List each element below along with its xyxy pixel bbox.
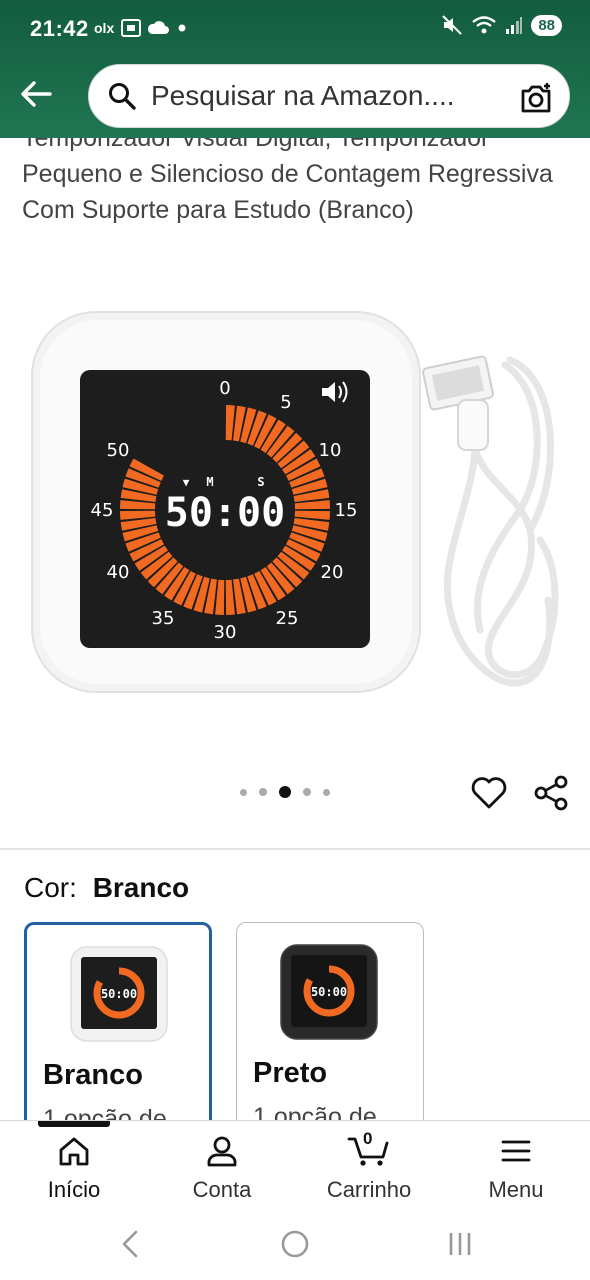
variant-thumbnail-white: 50:00: [70, 946, 168, 1042]
timer-min-label: M: [206, 475, 213, 489]
variant-thumbnail-black: 50:00: [280, 944, 378, 1040]
product-title: Temporizador Visual Digital, Temporizado…: [22, 138, 553, 224]
variant-name: Preto: [253, 1057, 328, 1089]
variant-sub: 1 opção de: [43, 1105, 167, 1120]
color-label-row: Cor: Branco: [24, 872, 189, 904]
variant-name: Branco: [43, 1059, 143, 1091]
search-icon: [109, 83, 136, 110]
nav-menu[interactable]: Menu: [446, 1135, 586, 1203]
dial-number-0: 0: [219, 378, 230, 399]
carousel-dot[interactable]: [323, 788, 330, 796]
carousel-dot[interactable]: [259, 788, 267, 796]
heart-icon[interactable]: [470, 775, 508, 811]
status-time: 21:42: [30, 16, 89, 41]
color-variants: 50:00 Branco 1 opção de 50:00 Preto 1 op…: [0, 920, 590, 1120]
dial-number-50: 50: [107, 440, 130, 461]
timer-sec-label: S: [257, 475, 264, 489]
back-arrow-icon[interactable]: [16, 74, 56, 114]
signal-icon: [506, 17, 523, 34]
dial-number-25: 25: [276, 608, 299, 629]
mute-icon: [442, 15, 463, 35]
active-tab-indicator: [38, 1121, 110, 1127]
nav-conta[interactable]: Conta: [152, 1135, 292, 1203]
status-bar: 21:42 olx 88: [0, 0, 590, 58]
nav-label: Carrinho: [326, 1177, 412, 1202]
menu-icon: [501, 1140, 531, 1162]
variant-timer-display: 50:00: [311, 985, 347, 999]
nav-label: Início: [47, 1177, 101, 1202]
image-carousel-dots[interactable]: [240, 786, 330, 798]
cloud-icon: [147, 21, 169, 34]
carousel-dot[interactable]: [303, 788, 311, 796]
dial-number-40: 40: [107, 562, 130, 583]
nav-carrinho[interactable]: 0 Carrinho: [299, 1129, 439, 1203]
battery-badge: 88: [531, 14, 562, 36]
search-bar[interactable]: Pesquisar na Amazon....: [88, 64, 570, 128]
selected-color: Branco: [92, 872, 190, 903]
dial-number-15: 15: [335, 500, 358, 521]
search-placeholder: Pesquisar na Amazon....: [151, 80, 455, 111]
product-image[interactable]: 0 5 10 15 20 25 30 35 40 45 50 ▼ M S 50:…: [0, 300, 590, 720]
camera-search-icon[interactable]: [519, 81, 553, 115]
dot-icon: [178, 24, 186, 32]
variant-preto[interactable]: 50:00 Preto 1 opção de: [236, 922, 424, 1120]
timer-display: 50:00: [165, 490, 285, 536]
dial-number-5: 5: [280, 392, 291, 413]
carousel-dot[interactable]: [240, 788, 247, 796]
system-recents-icon[interactable]: [449, 1233, 471, 1255]
section-divider: [0, 848, 590, 850]
olx-notification-icon: olx: [94, 20, 115, 36]
color-label: Cor:: [24, 872, 77, 903]
nav-label: Conta: [192, 1177, 252, 1202]
screenshot-icon: [121, 19, 141, 37]
app-header: 21:42 olx 88 Pesquisar na Amazon....: [0, 0, 590, 138]
variant-branco[interactable]: 50:00 Branco 1 opção de: [24, 922, 212, 1120]
variant-timer-display: 50:00: [101, 987, 137, 1001]
dial-number-30: 30: [214, 622, 237, 643]
share-icon[interactable]: [532, 774, 570, 812]
carousel-dot-active[interactable]: [279, 786, 291, 798]
system-navigation-bar: [0, 1212, 590, 1280]
dial-number-35: 35: [152, 608, 175, 629]
home-icon: [59, 1137, 89, 1166]
product-title-region: Temporizador Visual Digital, Temporizado…: [0, 138, 590, 278]
wifi-icon: [472, 16, 497, 34]
system-back-icon[interactable]: [122, 1230, 138, 1258]
nav-label: Menu: [488, 1177, 544, 1202]
dial-number-20: 20: [321, 562, 344, 583]
bottom-navigation: Início Conta 0 Carrinho Menu: [0, 1120, 590, 1212]
dial-number-10: 10: [319, 440, 342, 461]
account-icon: [207, 1136, 237, 1167]
timer-indicator-arrow: ▼: [183, 476, 190, 489]
system-home-icon[interactable]: [281, 1230, 309, 1258]
nav-inicio[interactable]: Início: [4, 1135, 144, 1203]
dial-number-45: 45: [91, 500, 114, 521]
cart-count: 0: [363, 1129, 373, 1148]
variant-sub: 1 opção de: [253, 1103, 377, 1120]
usb-plug: [422, 355, 494, 451]
